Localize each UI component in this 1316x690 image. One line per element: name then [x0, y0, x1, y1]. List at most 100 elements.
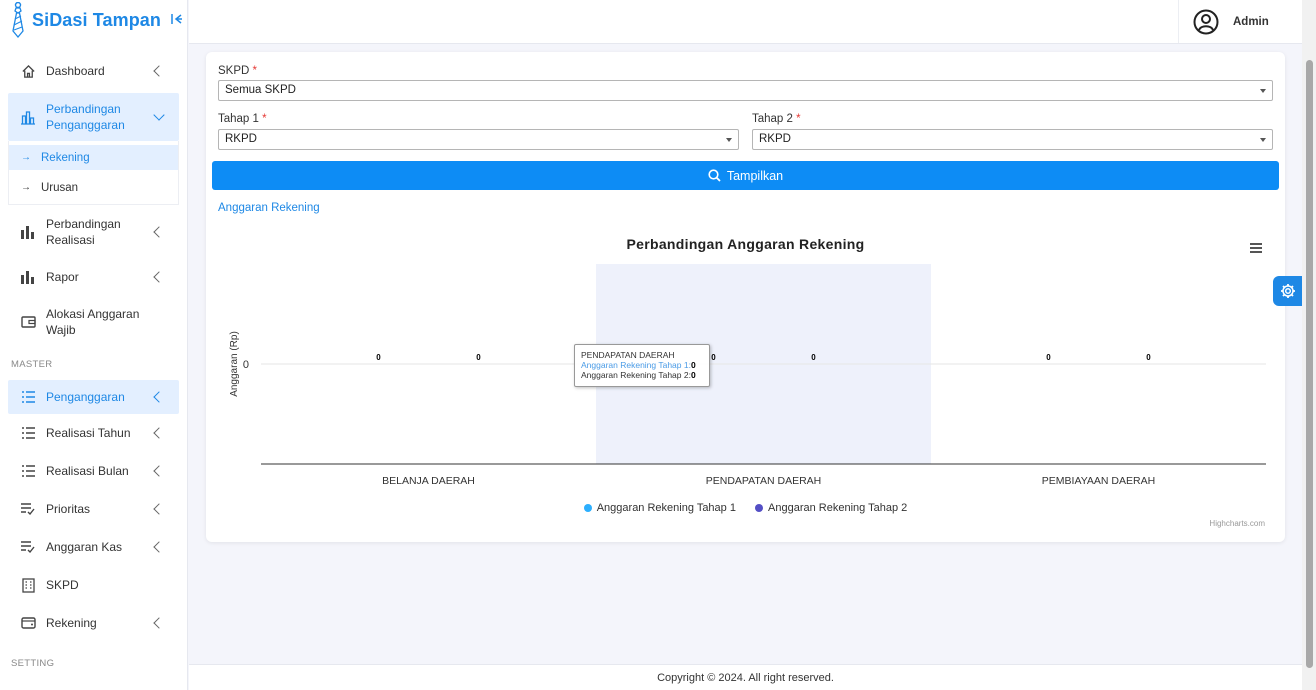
tahap1-select-value: RKPD	[225, 133, 257, 145]
data-label: 0	[811, 353, 816, 362]
chart-credits[interactable]: Highcharts.com	[1209, 519, 1265, 528]
chevron-left-icon	[153, 465, 165, 477]
tooltip-line-2-label: Anggaran Rekening Tahap 2:	[581, 370, 691, 380]
sidebar-item-label: Realisasi Bulan	[46, 464, 129, 478]
legend-dot-icon	[583, 504, 592, 512]
sidebar-item-realisasi-bulan[interactable]: Realisasi Bulan	[8, 452, 179, 490]
topbar: Admin	[189, 0, 1302, 44]
tahap1-label: Tahap 1 *	[218, 113, 267, 125]
tahap2-label: Tahap 2 *	[752, 113, 801, 125]
sidebar-item-label: Dashboard	[46, 64, 105, 78]
chart-legend: Anggaran Rekening Tahap 1 Anggaran Reken…	[206, 502, 1285, 515]
legend-dot-icon	[755, 504, 764, 512]
legend-item-series-2[interactable]: Anggaran Rekening Tahap 2	[755, 502, 907, 514]
building-icon	[20, 577, 36, 593]
sidebar-item-anggaran-kas[interactable]: Anggaran Kas	[8, 528, 179, 566]
chevron-left-icon	[153, 226, 165, 238]
skpd-label: SKPD *	[218, 65, 257, 77]
legend-label: Anggaran Rekening Tahap 1	[596, 502, 736, 514]
settings-fab[interactable]	[1273, 276, 1303, 306]
anggaran-rekening-tab[interactable]: Anggaran Rekening	[218, 202, 320, 214]
sidebar-item-penganggaran[interactable]: Penganggaran	[8, 380, 179, 414]
sidebar-subitem-label: Urusan	[41, 181, 79, 194]
search-icon	[708, 169, 721, 182]
sidebar-item-label: SKPD	[46, 578, 79, 592]
sidebar-item-prioritas[interactable]: Prioritas	[8, 490, 179, 528]
sidebar-item-rapor[interactable]: Rapor	[8, 259, 179, 295]
bar-chart: 0Anggaran (Rp)BELANJA DAERAH0 0PENDAPATAN…	[229, 264, 1266, 487]
collapse-sidebar-icon[interactable]	[171, 13, 183, 28]
playlist-check-icon	[20, 501, 36, 517]
chevron-left-icon	[153, 427, 165, 439]
chevron-left-icon	[153, 541, 165, 553]
user-name: Admin	[1233, 15, 1269, 28]
gear-icon	[1281, 284, 1295, 298]
tooltip-title: PENDAPATAN DAERAH	[581, 350, 675, 360]
wallet-icon	[20, 314, 36, 330]
page-scrollbar[interactable]	[1302, 0, 1316, 690]
data-label: 0	[1046, 353, 1051, 362]
tooltip-line-1: Anggaran Rekening Tahap 1:0	[581, 360, 709, 370]
skpd-label-text: SKPD	[218, 65, 250, 77]
tie-logo-icon	[12, 2, 24, 38]
scrollbar-thumb[interactable]	[1306, 60, 1313, 668]
y-axis-title: Anggaran (Rp)	[229, 331, 240, 397]
caret-down-icon	[1260, 138, 1266, 142]
tahap1-select[interactable]: RKPD	[218, 129, 739, 150]
tooltip-line-2-value: 0	[690, 370, 696, 380]
user-menu[interactable]: Admin	[1178, 0, 1302, 43]
tahap1-label-text: Tahap 1	[218, 113, 259, 125]
tahap2-label-text: Tahap 2	[752, 113, 793, 125]
sidebar-item-label: Penganggaran	[46, 390, 125, 404]
list-icon	[20, 425, 36, 441]
sidebar-item-label: Perbandingan Penganggaran	[46, 102, 125, 132]
legend-label: Anggaran Rekening Tahap 2	[768, 502, 908, 514]
list-icon	[20, 463, 36, 479]
sidebar-item-alokasi-anggaran-wajib[interactable]: Alokasi Anggaran Wajib	[8, 295, 179, 349]
tahap2-select[interactable]: RKPD	[752, 129, 1273, 150]
footer: Copyright © 2024. All right reserved.	[189, 664, 1302, 690]
sidebar-item-label: Anggaran Kas	[46, 540, 123, 554]
tampilkan-button-label: Tampilkan	[726, 168, 784, 183]
skpd-select[interactable]: Semua SKPD	[218, 80, 1273, 101]
sidebar-subitem-label: Rekening	[41, 151, 90, 164]
sidebar-item-label: Rekening	[46, 616, 97, 630]
sidebar-item-skpd[interactable]: SKPD	[8, 566, 179, 604]
playlist-check-icon	[20, 539, 36, 555]
required-mark: *	[796, 113, 801, 125]
legend-item-series-1[interactable]: Anggaran Rekening Tahap 1	[583, 502, 736, 514]
sidebar-item-label: Prioritas	[46, 502, 91, 516]
wallet-icon	[20, 615, 36, 631]
data-label: 0	[1146, 353, 1151, 362]
caret-down-icon	[1260, 89, 1266, 93]
sidebar-item-perbandingan-realisasi[interactable]: Perbandingan Realisasi	[8, 205, 179, 259]
sidebar: SiDasi Tampan Dashboard Perbandingan Pen…	[0, 0, 188, 690]
caret-down-icon	[726, 138, 732, 142]
section-setting: SETTING	[11, 658, 55, 669]
bar-chart-icon	[20, 269, 36, 285]
brand: SiDasi Tampan	[0, 0, 187, 40]
sidebar-subitem-urusan[interactable]: → Urusan	[9, 175, 178, 200]
tooltip-line-2: Anggaran Rekening Tahap 2:0	[581, 370, 709, 380]
sidebar-item-label: Rapor	[46, 270, 79, 284]
list-icon	[20, 389, 36, 405]
sidebar-item-perbandingan-penganggaran[interactable]: Perbandingan Penganggaran	[8, 93, 179, 141]
submenu-perbandingan-penganggaran: → Rekening → Urusan	[8, 141, 179, 205]
tampilkan-button[interactable]: Tampilkan	[212, 161, 1279, 190]
sidebar-item-label: Realisasi Tahun	[46, 426, 131, 440]
sidebar-item-dashboard[interactable]: Dashboard	[8, 52, 179, 90]
sidebar-subitem-rekening[interactable]: → Rekening	[9, 145, 178, 170]
sidebar-item-rekening[interactable]: Rekening	[8, 604, 179, 642]
chevron-down-icon	[153, 109, 165, 121]
bar-chart-icon	[20, 224, 36, 240]
data-label: 0	[376, 353, 381, 362]
sidebar-item-realisasi-tahun[interactable]: Realisasi Tahun	[8, 414, 179, 452]
sidebar-item-label: Perbandingan Realisasi	[46, 217, 121, 247]
chevron-left-icon	[153, 391, 165, 403]
required-mark: *	[252, 65, 258, 77]
chart-title: Perbandingan Anggaran Rekening	[626, 236, 865, 252]
chevron-left-icon	[153, 65, 165, 77]
required-mark: *	[262, 113, 267, 125]
tahap2-select-value: RKPD	[759, 133, 791, 145]
user-avatar-icon	[1193, 9, 1219, 34]
